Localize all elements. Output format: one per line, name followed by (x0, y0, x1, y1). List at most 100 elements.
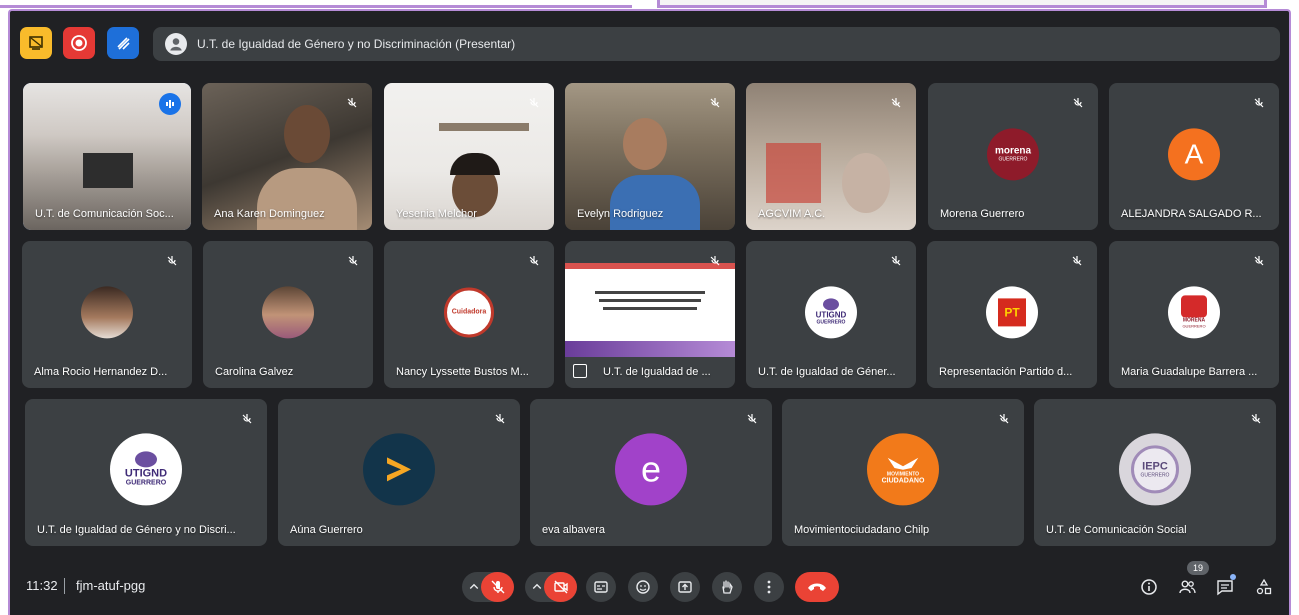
annotate-button[interactable] (107, 27, 139, 59)
participant-tile[interactable]: Yesenia Melchor (384, 83, 554, 230)
participant-tile[interactable]: MOVIMIENTO CIUDADANO Movimientociudadano… (782, 399, 1024, 546)
chat-button[interactable] (1212, 574, 1238, 600)
leave-call-button[interactable] (795, 572, 839, 602)
chevron-right-icon (387, 456, 411, 481)
avatar-initial: e (640, 447, 662, 489)
participant-tile[interactable]: Aúna Guerrero (278, 399, 520, 546)
participant-tile[interactable]: U.T. de Igualdad de ... (565, 241, 735, 388)
mic-muted-icon (742, 409, 762, 429)
participant-tile[interactable]: IEPC GUERRERO U.T. de Comunicación Socia… (1034, 399, 1276, 546)
morena-logo: morena GUERRERO (987, 127, 1039, 180)
chevron-up-icon[interactable] (531, 581, 543, 593)
participant-name: Evelyn Rodriguez (577, 208, 664, 220)
mic-muted-icon (1249, 251, 1269, 271)
participant-tile[interactable]: Cuidadora Nancy Lyssette Bustos M... (384, 241, 554, 388)
participant-face (842, 153, 890, 213)
mic-muted-icon (524, 251, 544, 271)
whiteboard-button[interactable] (20, 27, 52, 59)
participant-tile[interactable]: Evelyn Rodriguez (565, 83, 735, 230)
mic-muted-icon (994, 409, 1014, 429)
participant-tile[interactable]: A ALEJANDRA SALGADO R... (1109, 83, 1279, 230)
bookshelf (766, 143, 821, 203)
more-options-button[interactable] (754, 572, 784, 602)
info-icon (1141, 579, 1157, 595)
logo-text: IEPC (1142, 459, 1168, 472)
presentation-banner[interactable]: U.T. de Igualdad de Género y no Discrimi… (153, 27, 1280, 61)
camera-toggle-button[interactable] (544, 572, 577, 602)
participant-name: Aúna Guerrero (290, 524, 363, 536)
participant-tile[interactable]: PT Representación Partido d... (927, 241, 1097, 388)
logo-emblem (135, 451, 157, 468)
meeting-details-button[interactable] (1136, 574, 1162, 600)
participant-name: Morena Guerrero (940, 208, 1025, 220)
activities-button[interactable] (1251, 574, 1277, 600)
participant-name: U.T. de Comunicación Social (1046, 524, 1187, 536)
morena-logo: MORENA GUERRERO (1168, 285, 1220, 338)
people-button[interactable] (1174, 574, 1200, 600)
logo-subtext: GUERRERO (125, 479, 167, 487)
participant-face (623, 118, 667, 170)
people-icon (1179, 580, 1196, 594)
participant-name: U.T. de Comunicación Soc... (35, 208, 174, 220)
whiteboard-icon (29, 36, 43, 50)
participant-name: Nancy Lyssette Bustos M... (396, 366, 529, 378)
logo-text: Cuidadora (451, 308, 487, 316)
participant-name: Movimientociudadano Chilp (794, 524, 930, 536)
participant-tile[interactable]: Carolina Galvez (203, 241, 373, 388)
mic-muted-icon (524, 93, 544, 113)
logo-emblem (823, 298, 839, 311)
presentation-title: U.T. de Igualdad de Género y no Discrimi… (197, 37, 516, 51)
participant-tile[interactable]: UTIGND GUERRERO U.T. de Igualdad de Géne… (25, 399, 267, 546)
unread-dot (1230, 574, 1236, 580)
chevron-up-icon[interactable] (468, 581, 480, 593)
participant-tile[interactable]: AGCVIM A.C. (746, 83, 916, 230)
participant-tile[interactable]: e eva albavera (530, 399, 772, 546)
logo-text: UTIGND (815, 310, 847, 320)
mic-muted-icon (1246, 409, 1266, 429)
participant-name: U.T. de Igualdad de Géner... (758, 366, 896, 378)
participant-tile[interactable]: MORENA GUERRERO Maria Guadalupe Barrera … (1109, 241, 1279, 388)
auna-logo (363, 432, 435, 505)
camera-off-icon (553, 580, 568, 594)
more-options-icon (767, 580, 771, 594)
chat-icon (1217, 580, 1233, 596)
participant-name: Ana Karen Dominguez (214, 208, 325, 220)
mic-muted-icon (1068, 93, 1088, 113)
captions-icon (594, 581, 608, 593)
background-window-edge-right (657, 0, 1267, 8)
presenting-icon (573, 364, 587, 378)
participant-count-badge: 19 (1187, 561, 1209, 575)
participant-tile[interactable]: UTIGND GUERRERO U.T. de Igualdad de Géne… (746, 241, 916, 388)
meeting-time: 11:32 (26, 578, 58, 593)
participant-name: U.T. de Igualdad de ... (603, 366, 711, 378)
captions-button[interactable] (586, 572, 616, 602)
participant-tile[interactable]: Ana Karen Dominguez (202, 83, 372, 230)
logo-emblem: PT (998, 297, 1026, 326)
present-icon (678, 581, 692, 593)
logo-text: UTIGND (124, 467, 168, 480)
pt-logo: PT (986, 285, 1038, 338)
iepc-logo: IEPC GUERRERO (1119, 432, 1191, 505)
participant-name: Carolina Galvez (215, 366, 294, 378)
mic-toggle-button[interactable] (481, 572, 514, 602)
mic-muted-icon (342, 93, 362, 113)
logo-subtext: CIUDADANO (881, 476, 925, 484)
reactions-button[interactable] (628, 572, 658, 602)
present-button[interactable] (670, 572, 700, 602)
avatar-initial: A (1184, 137, 1204, 169)
record-button[interactable] (63, 27, 95, 59)
logo-emblem (1181, 295, 1207, 318)
participant-tile[interactable]: Alma Rocio Hernandez D... (22, 241, 192, 388)
avatar (262, 285, 314, 338)
participant-tile[interactable]: U.T. de Comunicación Soc... (23, 83, 191, 230)
participant-tile[interactable]: morena GUERRERO Morena Guerrero (928, 83, 1098, 230)
participant-body (257, 168, 357, 230)
avatar: e (615, 432, 687, 505)
mic-muted-icon (1067, 251, 1087, 271)
mic-muted-icon (162, 251, 182, 271)
presenter-avatar-icon (165, 33, 187, 55)
raise-hand-button[interactable] (712, 572, 742, 602)
speaking-indicator-icon (159, 93, 181, 115)
cuidadora-logo: Cuidadora (444, 287, 494, 337)
participant-name: AGCVIM A.C. (758, 208, 826, 220)
